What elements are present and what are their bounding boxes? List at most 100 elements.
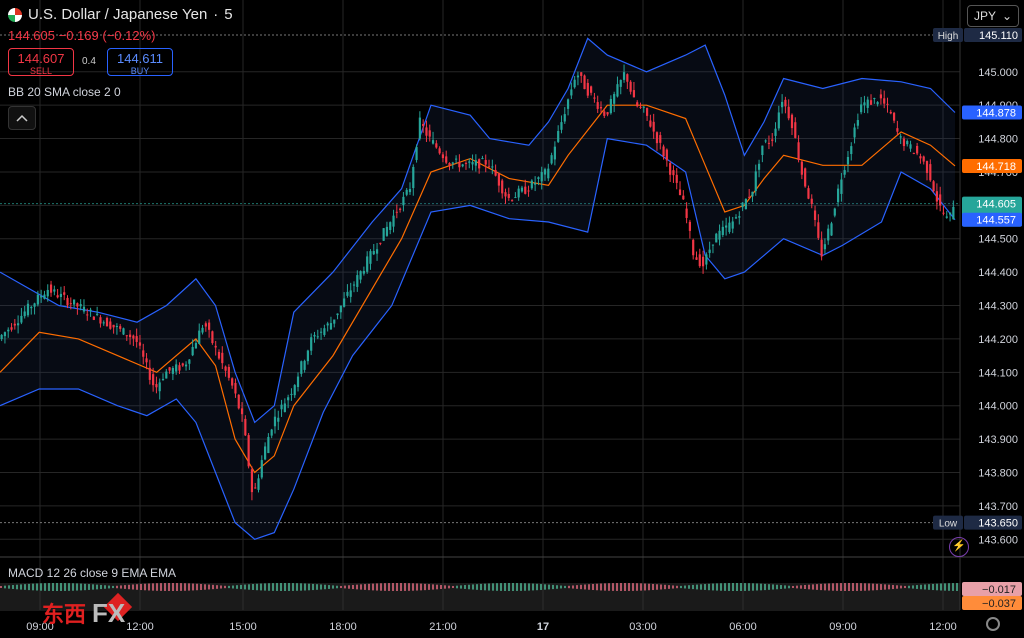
gear-icon[interactable] [986,617,1000,631]
candle-body [273,416,277,427]
macd-bar [668,585,670,589]
macd-bar [76,583,78,591]
candle-body [63,292,66,295]
macd-bar [936,583,938,591]
candle-body [375,249,379,254]
macd-bar [192,583,194,591]
candle-body [3,332,7,337]
macd-bar [588,584,590,590]
lightning-icon[interactable]: ⚡ [949,537,969,557]
macd-bar [896,585,898,589]
macd-bar [924,584,926,590]
bb-indicator-label[interactable]: BB 20 SMA close 2 0 [8,85,121,99]
low-label: Low [939,519,958,530]
candle-body [761,145,764,156]
candle-body [408,188,412,193]
candle-body [590,86,593,93]
sell-button[interactable]: 144.607 SELL [8,48,74,76]
macd-bar [660,584,662,590]
macd-bar [892,584,894,590]
candle-body [883,98,886,104]
candle-body [72,299,76,305]
candle-body [813,210,817,220]
macd-bar [496,583,498,591]
candle-body [619,79,622,87]
macd-bar [68,583,70,591]
y-tick-label: 143.700 [978,501,1018,513]
collapse-button[interactable] [8,106,36,130]
macd-bar [556,585,558,589]
candle-body [142,350,145,357]
candle-body [254,487,257,489]
candle-body [655,132,659,144]
candle-body [283,403,286,412]
candle-body [629,81,632,92]
candle-body [369,251,372,264]
candle-body [214,345,217,348]
buy-button[interactable]: 144.611 BUY [107,48,173,76]
candle-body [293,385,296,396]
candle-body [626,74,629,82]
candle-body [240,408,244,415]
macd-bar [444,585,446,589]
macd-bar [632,583,634,591]
macd-bar [944,583,946,591]
candle-body [86,314,89,316]
macd-bar [180,583,182,591]
macd-bar [744,583,746,591]
candle-body [257,478,260,490]
macd-bar [116,585,118,589]
candle-body [441,154,445,159]
symbol-name[interactable]: U.S. Dollar / Japanese Yen [28,6,207,23]
macd-bar [544,584,546,590]
candle-body [850,146,853,155]
candle-body [952,206,955,220]
price-chart[interactable]: 145.000144.900144.800144.700144.600144.5… [0,0,1024,638]
candle-body [109,321,112,329]
interval[interactable]: 5 [224,6,232,23]
candle-body [566,99,570,109]
macd-bar [156,583,158,591]
candle-body [639,106,642,108]
candle-body [349,290,352,297]
x-tick-label: 12:00 [929,621,957,633]
candle-body [603,111,606,116]
candle-body [237,394,240,409]
candle-body [208,322,211,330]
candle-body [481,158,484,160]
candle-body [636,102,639,107]
candle-body [609,98,612,114]
candle-body [606,112,609,115]
candle-body [158,382,161,392]
macd-bar [160,583,162,591]
candle-body [645,107,649,116]
candle-body [843,170,846,175]
macd-bar [284,583,286,591]
candle-body [389,222,392,230]
candle-body [448,163,451,166]
candle-body [688,221,692,231]
macd-bar [728,583,730,591]
candle-body [800,161,803,175]
macd-bar [692,584,694,590]
macd-indicator-label[interactable]: MACD 12 26 close 9 EMA EMA [8,566,176,580]
macd-bar [864,583,866,591]
candle-body [165,371,168,379]
candle-body [754,171,757,192]
candle-body [76,303,79,307]
candle-body [596,102,599,109]
candle-body [570,89,573,96]
macd-bar [800,585,802,589]
macd-bar [392,583,394,591]
candle-body [263,446,267,460]
macd-bar [716,583,718,591]
macd-bar [736,583,738,591]
macd-bar [380,583,382,591]
macd-bar [324,584,326,590]
macd-bar [584,584,586,590]
candle-body [777,112,780,129]
candle-body [191,346,194,356]
candle-body [889,111,892,114]
currency-select[interactable]: JPY ⌄ [967,5,1019,27]
candle-body [36,294,39,305]
